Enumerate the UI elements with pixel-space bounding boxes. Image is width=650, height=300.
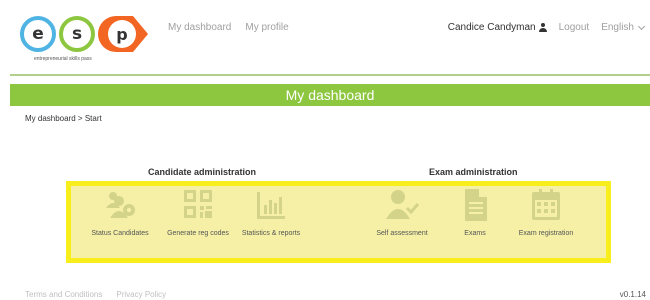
language-label: English <box>601 22 634 33</box>
qr-code-icon <box>181 188 215 222</box>
exam-admin-heading: Exam administration <box>429 167 518 177</box>
logo-letter-e: e <box>20 16 56 52</box>
exams-tile[interactable]: Exams <box>435 188 515 238</box>
esp-logo[interactable]: e s p entrepreneurial skills pass <box>20 14 160 64</box>
self-assessment-label: Self assessment <box>376 230 428 237</box>
user-check-icon <box>385 188 420 222</box>
logout-link[interactable]: Logout <box>559 22 590 33</box>
page-frame: e s p entrepreneurial skills pass My das… <box>10 0 650 300</box>
exam-registration-tile[interactable]: Exam registration <box>506 188 586 238</box>
main-nav: My dashboard My profile <box>168 22 289 33</box>
terms-link[interactable]: Terms and Conditions <box>25 290 102 299</box>
logo-letter-p-badge: p <box>98 16 148 52</box>
privacy-link[interactable]: Privacy Policy <box>116 290 166 299</box>
logo-letter-p: p <box>108 20 136 48</box>
status-candidates-tile[interactable]: Status Candidates <box>80 188 160 238</box>
user-icon <box>538 23 547 32</box>
users-gear-icon <box>103 188 137 222</box>
calendar-icon <box>529 188 563 222</box>
user-name: Candice Candyman <box>447 22 536 33</box>
nav-my-profile[interactable]: My profile <box>245 22 288 33</box>
exam-registration-label: Exam registration <box>518 230 574 237</box>
chevron-down-icon <box>637 22 646 30</box>
bar-chart-icon <box>254 188 288 222</box>
language-select[interactable]: English <box>601 22 646 33</box>
statistics-reports-label: Statistics & reports <box>241 230 301 237</box>
header: e s p entrepreneurial skills pass My das… <box>10 0 650 76</box>
user-menu[interactable]: Candice Candyman <box>448 22 547 33</box>
self-assessment-tile[interactable]: Self assessment <box>362 188 442 238</box>
statistics-reports-tile[interactable]: Statistics & reports <box>231 188 311 238</box>
nav-my-dashboard[interactable]: My dashboard <box>168 22 231 33</box>
version-label: v0.1.14 <box>619 290 646 299</box>
logo-letter-s: s <box>59 16 95 52</box>
status-candidates-label: Status Candidates <box>91 230 149 237</box>
generate-reg-codes-tile[interactable]: Generate reg codes <box>158 188 238 238</box>
breadcrumb: My dashboard > Start <box>25 114 102 123</box>
exams-label: Exams <box>464 230 486 237</box>
generate-reg-codes-label: Generate reg codes <box>167 230 229 237</box>
document-icon <box>458 188 492 222</box>
logo-tagline: entrepreneurial skills pass <box>34 56 92 62</box>
footer: Terms and Conditions Privacy Policy <box>25 290 166 299</box>
user-area: Candice Candyman Logout English <box>448 22 646 33</box>
candidate-admin-heading: Candidate administration <box>148 167 257 177</box>
page-title: My dashboard <box>10 84 650 106</box>
